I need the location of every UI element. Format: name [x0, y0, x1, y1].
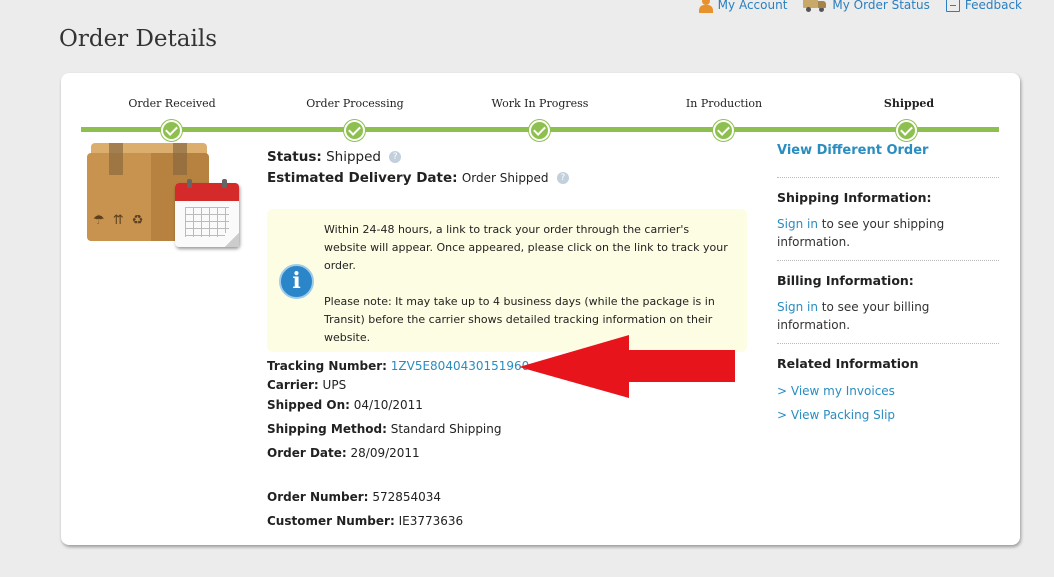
delivery-row: Estimated Delivery Date: Order Shipped ? [267, 170, 569, 186]
step-order-processing: Order Processing [306, 97, 404, 110]
customer-number-value: IE3773636 [398, 514, 464, 528]
order-date-value: 28/09/2011 [350, 446, 420, 460]
tracking-label: Tracking Number: [267, 359, 387, 373]
status-value: Shipped [326, 149, 381, 165]
divider [777, 260, 999, 261]
order-details-card: Order Received Order Processing Work In … [61, 73, 1020, 545]
shipping-method-label: Shipping Method: [267, 422, 387, 436]
check-icon [344, 120, 365, 141]
shipping-info-text: Sign in to see your shipping information… [777, 215, 999, 251]
shipping-method-value: Standard Shipping [390, 422, 502, 436]
view-different-order-link[interactable]: View Different Order [777, 143, 928, 158]
help-icon[interactable]: ? [556, 172, 569, 184]
notice-paragraph: Within 24-48 hours, a link to track your… [324, 223, 728, 272]
delivery-value: Order Shipped [461, 171, 549, 185]
carrier-row: Carrier: UPS [267, 378, 346, 392]
shipped-on-value: 04/10/2011 [353, 398, 423, 412]
help-icon[interactable]: ? [389, 151, 402, 163]
step-order-received: Order Received [128, 97, 216, 110]
order-number-row: Order Number: 572854034 [267, 490, 441, 504]
shipping-sign-in-link[interactable]: Sign in [777, 217, 818, 231]
calendar-icon [175, 179, 239, 247]
billing-sign-in-link[interactable]: Sign in [777, 300, 818, 314]
billing-info-text: Sign in to see your billing information. [777, 298, 999, 334]
person-icon [698, 0, 713, 13]
step-work-in-progress: Work In Progress [491, 97, 589, 110]
top-links: My Account My Order Status Feedback [698, 0, 1022, 13]
shipping-method-row: Shipping Method: Standard Shipping [267, 422, 502, 436]
order-date-row: Order Date: 28/09/2011 [267, 446, 420, 460]
order-number-value: 572854034 [372, 490, 442, 504]
shipping-symbols-icon: ☂ ⇈ ♻ [93, 213, 146, 228]
check-icon [529, 120, 550, 141]
carrier-value: UPS [322, 378, 347, 392]
divider [777, 343, 999, 344]
customer-number-label: Customer Number: [267, 514, 395, 528]
info-icon: i [279, 264, 314, 299]
divider [777, 177, 999, 178]
carrier-label: Carrier: [267, 378, 319, 392]
view-invoices-link[interactable]: > View my Invoices [777, 384, 895, 398]
shipped-on-row: Shipped On: 04/10/2011 [267, 398, 423, 412]
billing-info-heading: Billing Information: [777, 273, 914, 288]
my-order-status-label: My Order Status [832, 0, 930, 12]
customer-number-row: Customer Number: IE3773636 [267, 514, 463, 528]
annotation-arrow-icon [519, 335, 735, 398]
delivery-label: Estimated Delivery Date: [267, 170, 458, 186]
my-account-link[interactable]: My Account [698, 0, 788, 13]
check-icon [713, 120, 734, 141]
shipping-info-heading: Shipping Information: [777, 190, 932, 205]
check-icon [161, 120, 182, 141]
shipped-on-label: Shipped On: [267, 398, 350, 412]
tracking-number-link[interactable]: 1ZV5E8040430151960 [391, 359, 530, 373]
feedback-icon [945, 0, 960, 12]
check-icon [896, 120, 917, 141]
status-row: Status: Shipped ? [267, 149, 402, 165]
my-account-label: My Account [717, 0, 788, 12]
page-title: Order Details [59, 26, 218, 52]
view-packing-slip-link[interactable]: > View Packing Slip [777, 408, 895, 422]
my-order-status-link[interactable]: My Order Status [803, 0, 930, 12]
package-calendar-illustration: ☂ ⇈ ♻ [87, 143, 243, 249]
step-shipped: Shipped [883, 97, 935, 110]
order-number-label: Order Number: [267, 490, 369, 504]
order-date-label: Order Date: [267, 446, 347, 460]
step-in-production: In Production [685, 97, 763, 110]
tracking-notice: i Within 24-48 hours, a link to track yo… [267, 209, 747, 352]
feedback-label: Feedback [964, 0, 1022, 12]
tracking-row: Tracking Number: 1ZV5E8040430151960 [267, 359, 529, 373]
feedback-link[interactable]: Feedback [945, 0, 1022, 12]
status-label: Status: [267, 149, 322, 165]
truck-icon [803, 0, 827, 12]
related-info-heading: Related Information [777, 356, 919, 371]
